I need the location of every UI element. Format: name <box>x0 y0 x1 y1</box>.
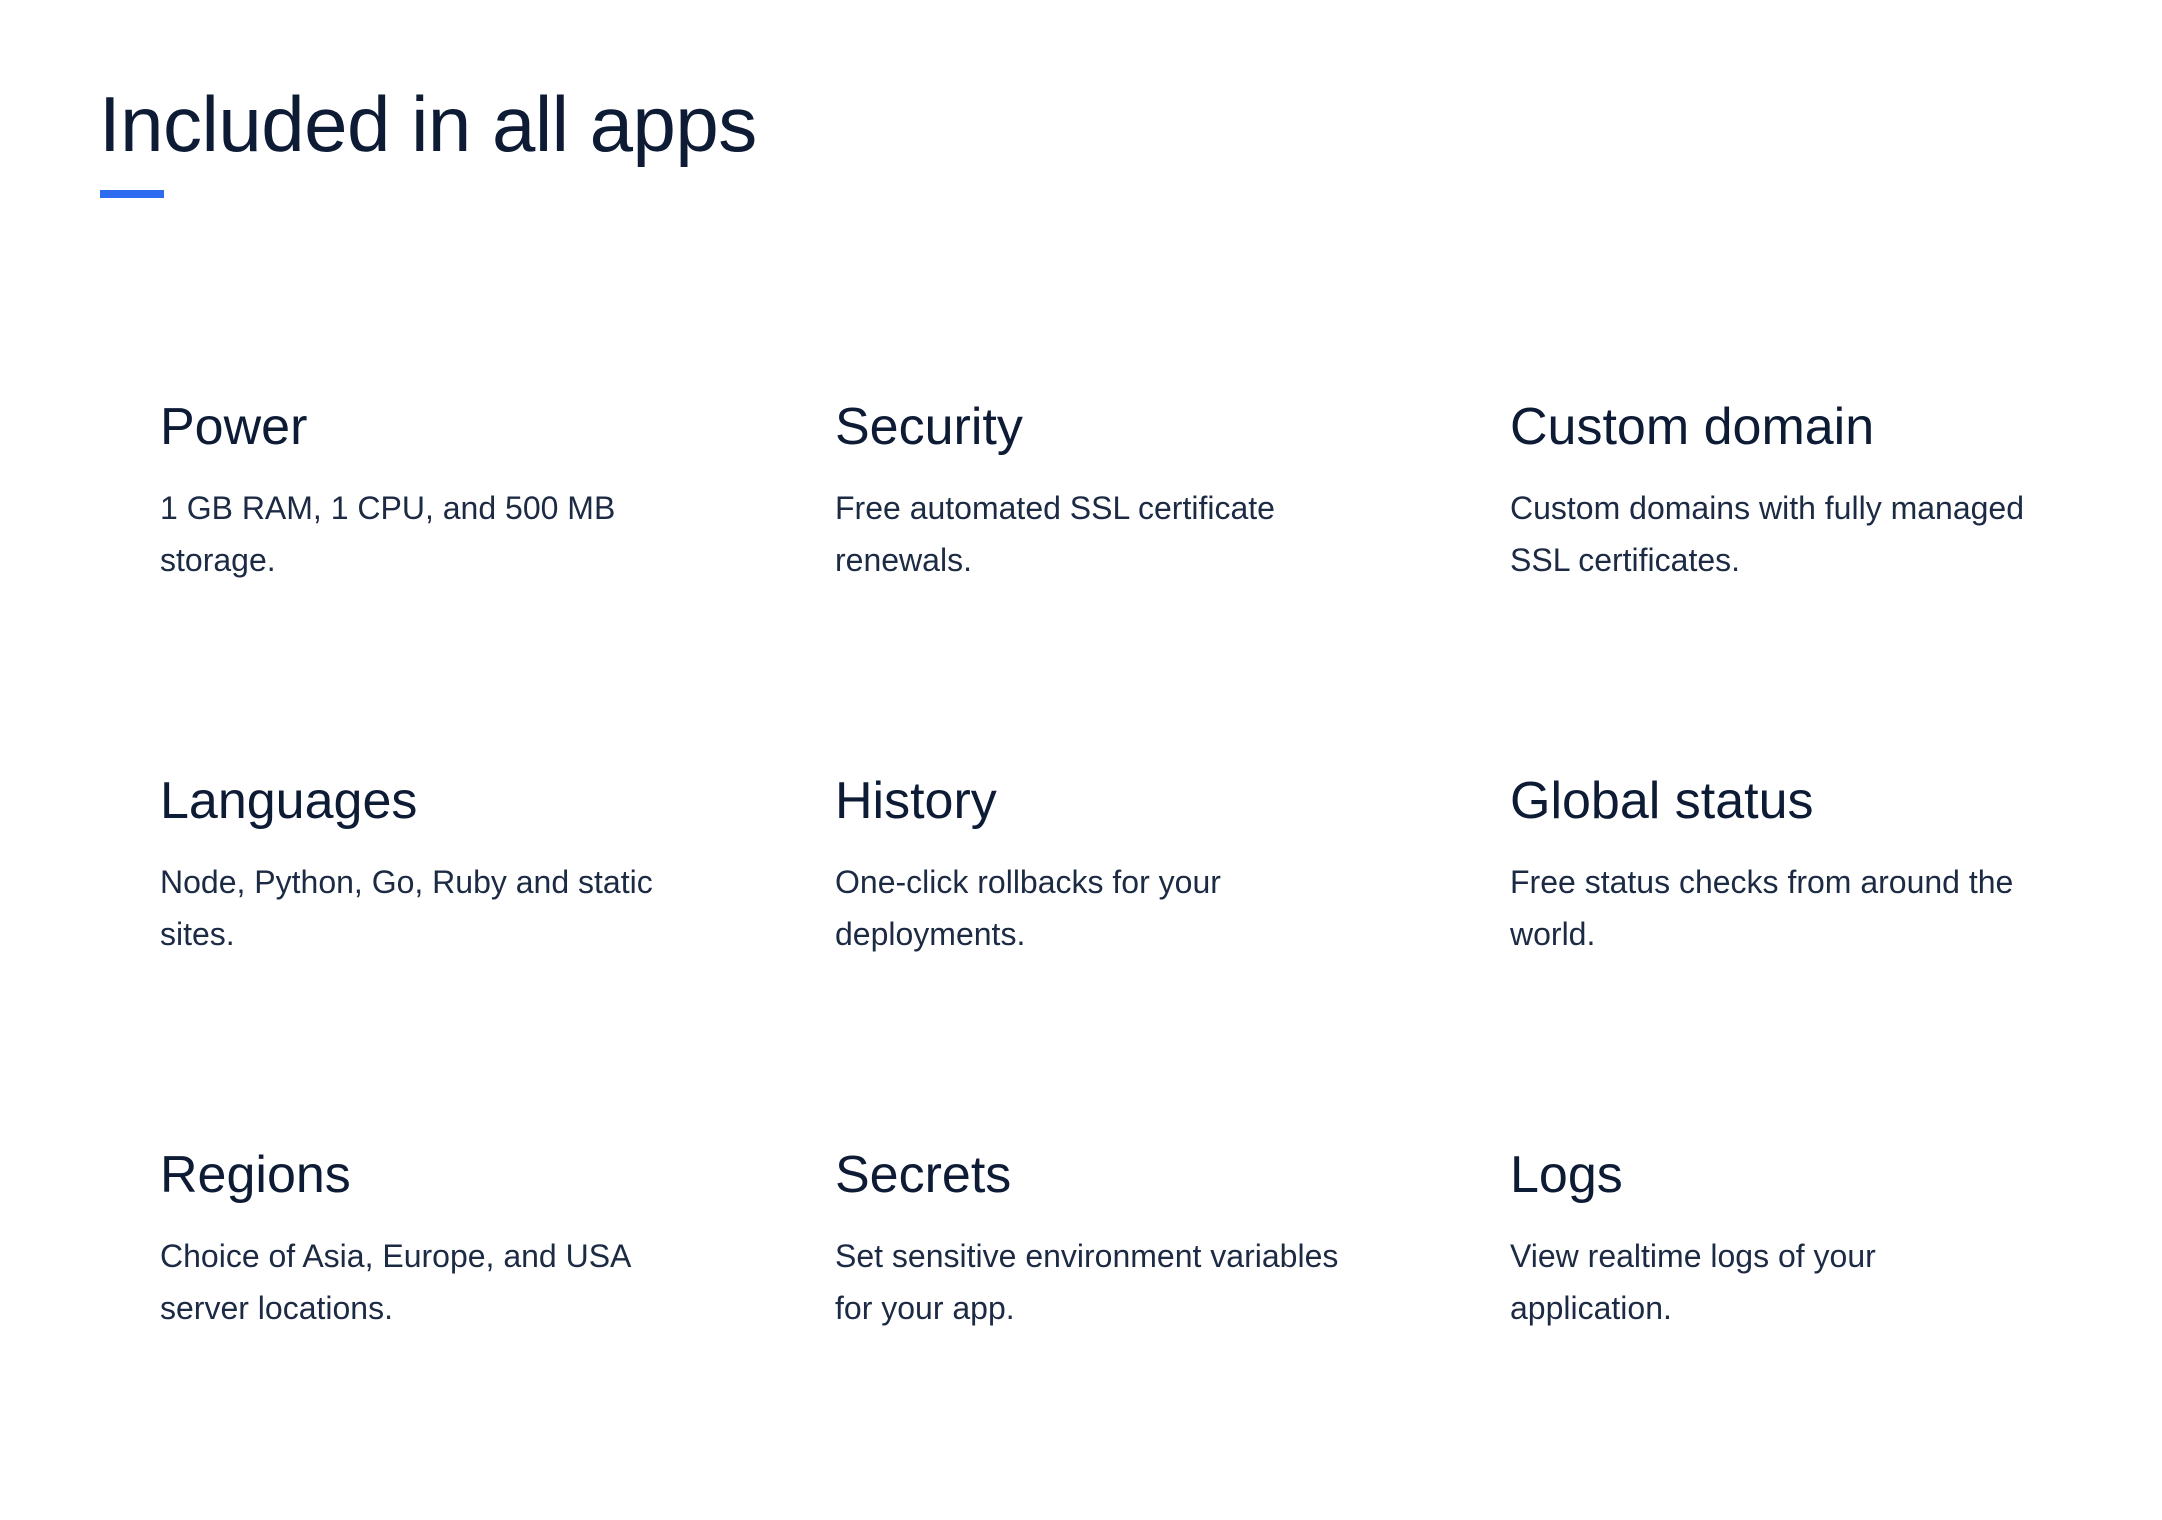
feature-description: View realtime logs of your application. <box>1510 1237 1876 1326</box>
feature-title: Power <box>160 398 308 456</box>
feature-secrets: Secrets Set sensitive environment variab… <box>835 1146 1510 1520</box>
feature-description: Free status checks from around the world… <box>1510 863 2014 952</box>
feature-title: Regions <box>160 1146 351 1204</box>
feature-title: History <box>835 772 997 830</box>
feature-global-status: Global status Free status checks from ar… <box>1510 772 2060 1146</box>
features-grid: Power 1 GB RAM, 1 CPU, and 500 MB storag… <box>160 398 2060 1520</box>
feature-title: Secrets <box>835 1146 1012 1204</box>
feature-history: History One-click rollbacks for your dep… <box>835 772 1510 1146</box>
feature-custom-domain: Custom domain Custom domains with fully … <box>1510 398 2060 772</box>
feature-power: Power 1 GB RAM, 1 CPU, and 500 MB storag… <box>160 398 835 772</box>
feature-regions: Regions Choice of Asia, Europe, and USA … <box>160 1146 835 1520</box>
feature-title: Global status <box>1510 772 1814 830</box>
features-section: Included in all apps Power 1 GB RAM, 1 C… <box>0 0 2162 1502</box>
feature-languages: Languages Node, Python, Go, Ruby and sta… <box>160 772 835 1146</box>
feature-description: 1 GB RAM, 1 CPU, and 500 MB storage. <box>160 489 616 578</box>
feature-title: Languages <box>160 772 418 830</box>
feature-description: Node, Python, Go, Ruby and static sites. <box>160 863 653 952</box>
feature-description: One-click rollbacks for your deployments… <box>835 863 1221 952</box>
feature-description: Custom domains with fully managed SSL ce… <box>1510 489 2025 578</box>
feature-security: Security Free automated SSL certificate … <box>835 398 1510 772</box>
feature-title: Security <box>835 398 1023 456</box>
feature-title: Custom domain <box>1510 398 1875 456</box>
feature-description: Free automated SSL certificate renewals. <box>835 489 1275 578</box>
feature-logs: Logs View realtime logs of your applicat… <box>1510 1146 2060 1520</box>
title-underline-accent <box>100 190 164 198</box>
feature-description: Set sensitive environment variables for … <box>835 1237 1339 1326</box>
feature-title: Logs <box>1510 1146 1623 1204</box>
section-title: Included in all apps <box>99 80 757 168</box>
feature-description: Choice of Asia, Europe, and USA server l… <box>160 1237 630 1326</box>
